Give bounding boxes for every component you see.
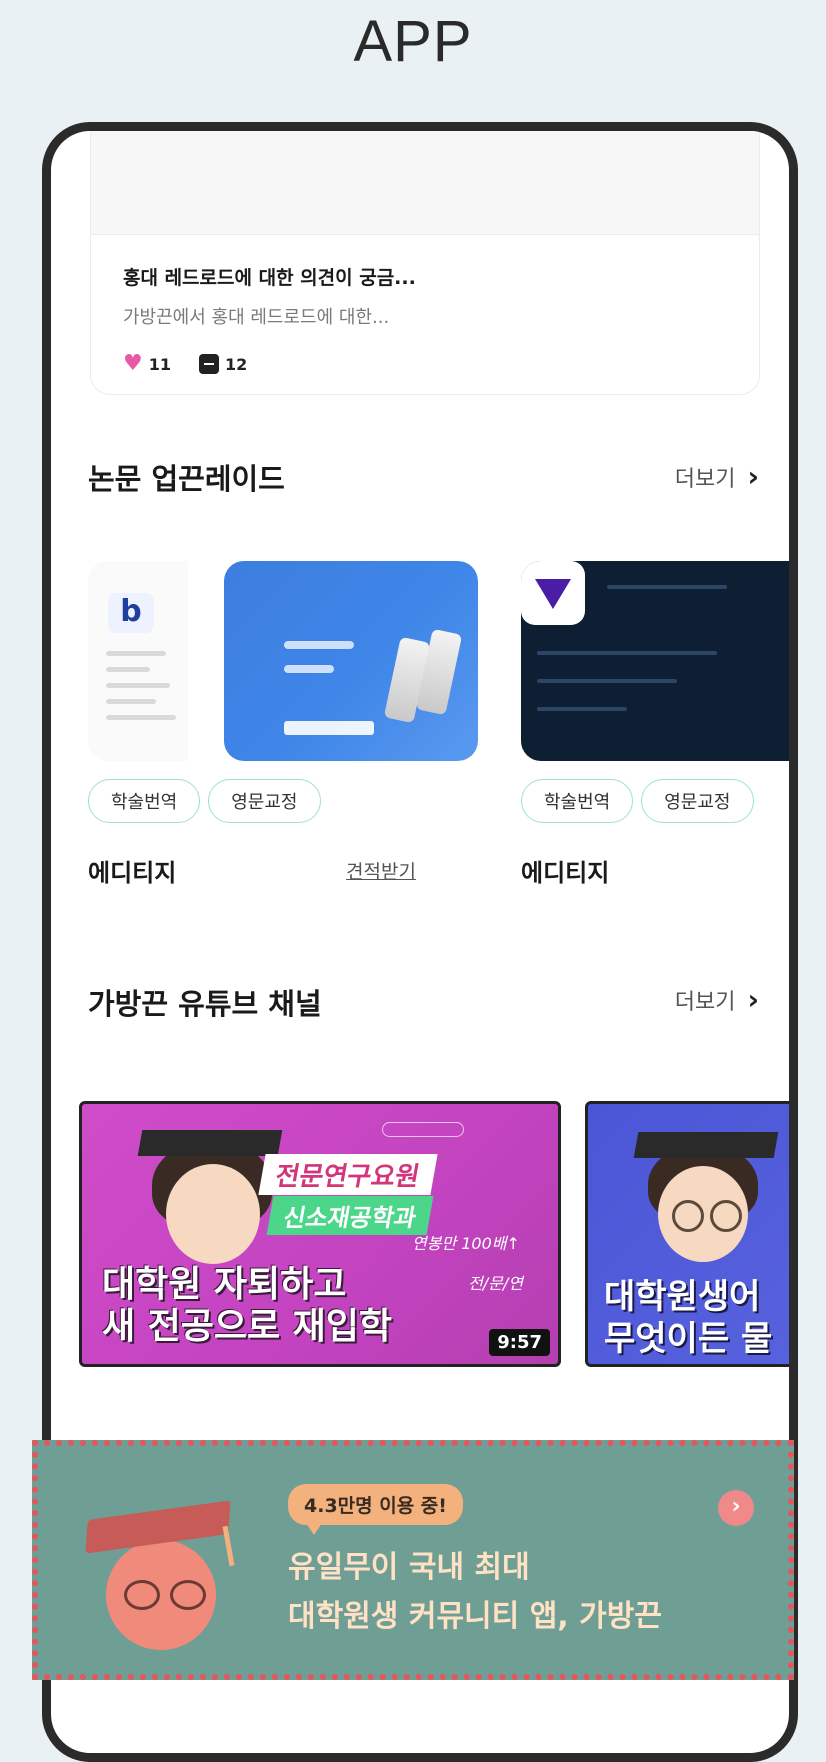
graduation-cap-icon xyxy=(137,1130,283,1156)
comment-icon xyxy=(199,354,219,374)
tag-academic-translation[interactable]: 학술번역 xyxy=(521,779,634,823)
video-tag xyxy=(382,1122,464,1137)
video-thumbnail[interactable]: 전문연구요원 신소재공학과 연봉만 100배↑ 전/문/연 대학원 자퇴하고 새… xyxy=(79,1101,561,1367)
paper-more-link[interactable]: 더보기 › xyxy=(675,460,759,493)
post-title[interactable]: 홍대 레드로드에 대한 의견이 궁금... xyxy=(123,263,416,290)
banner-headline: 유일무이 국내 최대 xyxy=(288,1550,530,1585)
glasses-icon xyxy=(170,1580,206,1610)
post-thumbnail xyxy=(91,131,759,235)
youtube-section-title: 가방끈 유튜브 채널 xyxy=(88,987,322,1021)
more-label: 더보기 xyxy=(674,989,736,1015)
video-badge: 신소재공학과 xyxy=(266,1196,434,1235)
graduation-cap-icon xyxy=(633,1132,779,1158)
video-title: 대학원생어 무엇이든 물 xyxy=(604,1277,773,1359)
glasses-icon xyxy=(710,1200,742,1232)
document-preview: b xyxy=(88,561,188,761)
community-post-card[interactable]: 홍대 레드로드에 대한 의견이 궁금... 가방끈에서 홍대 레드로드에 대한.… xyxy=(90,131,760,395)
glasses-icon xyxy=(124,1580,160,1610)
like-count: 11 xyxy=(148,354,171,374)
video-badge: 전문연구요원 xyxy=(258,1154,438,1195)
chevron-right-icon: › xyxy=(747,983,759,1016)
video-duration: 9:57 xyxy=(489,1329,550,1356)
chevron-right-icon: › xyxy=(747,460,759,493)
banner-subheadline: 대학원생 커뮤니티 앱, 가방끈 xyxy=(288,1599,662,1634)
avatar-face xyxy=(166,1164,260,1264)
tag-english-proofreading[interactable]: 영문교정 xyxy=(641,779,754,823)
video-handwriting: 연봉만 100배↑ xyxy=(412,1234,520,1253)
service-tags: 학술번역 영문교정 xyxy=(521,779,754,823)
paper-section-title: 논문 업끈레이드 xyxy=(88,462,285,496)
mascot-illustration xyxy=(78,1500,248,1666)
brand-logo-icon: b xyxy=(108,593,154,633)
tassel-icon xyxy=(222,1525,235,1567)
app-promo-banner[interactable]: 4.3만명 이용 중! 유일무이 국내 최대 대학원생 커뮤니티 앱, 가방끈 … xyxy=(32,1440,794,1680)
get-quote-link[interactable]: 견적받기 xyxy=(346,857,416,884)
heart-icon: ♥ xyxy=(123,351,143,376)
arrow-right-icon[interactable]: › xyxy=(718,1490,754,1526)
promo-graphic xyxy=(224,561,478,761)
service-name: 에디티지 xyxy=(88,859,177,887)
paper-service-card[interactable]: 학술번역 영문교정 에디티지 xyxy=(521,561,789,911)
brand-logo-icon xyxy=(521,561,585,625)
more-label: 더보기 xyxy=(674,466,736,492)
service-name: 에디티지 xyxy=(521,859,610,887)
tag-english-proofreading[interactable]: 영문교정 xyxy=(208,779,321,823)
service-thumbnail xyxy=(521,561,789,761)
youtube-more-link[interactable]: 더보기 › xyxy=(675,983,759,1016)
post-stats: ♥ 11 12 xyxy=(123,353,247,375)
user-count-badge: 4.3만명 이용 중! xyxy=(288,1484,463,1535)
service-tags: 학술번역 영문교정 xyxy=(88,779,321,823)
tag-academic-translation[interactable]: 학술번역 xyxy=(88,779,201,823)
service-thumbnail: b xyxy=(88,561,478,761)
post-excerpt: 가방끈에서 홍대 레드로드에 대한... xyxy=(123,307,390,328)
comment-count: 12 xyxy=(225,354,248,374)
video-handwriting: 전/문/연 xyxy=(468,1274,523,1293)
glasses-icon xyxy=(672,1200,704,1232)
video-title: 대학원 자퇴하고 새 전공으로 재입학 xyxy=(102,1264,393,1347)
paper-service-card[interactable]: b 학술번역 영문교정 에디티지 견적받기 xyxy=(88,561,478,911)
page-label: APP xyxy=(353,9,473,74)
video-thumbnail[interactable]: 대학원생어 무엇이든 물 xyxy=(585,1101,789,1367)
